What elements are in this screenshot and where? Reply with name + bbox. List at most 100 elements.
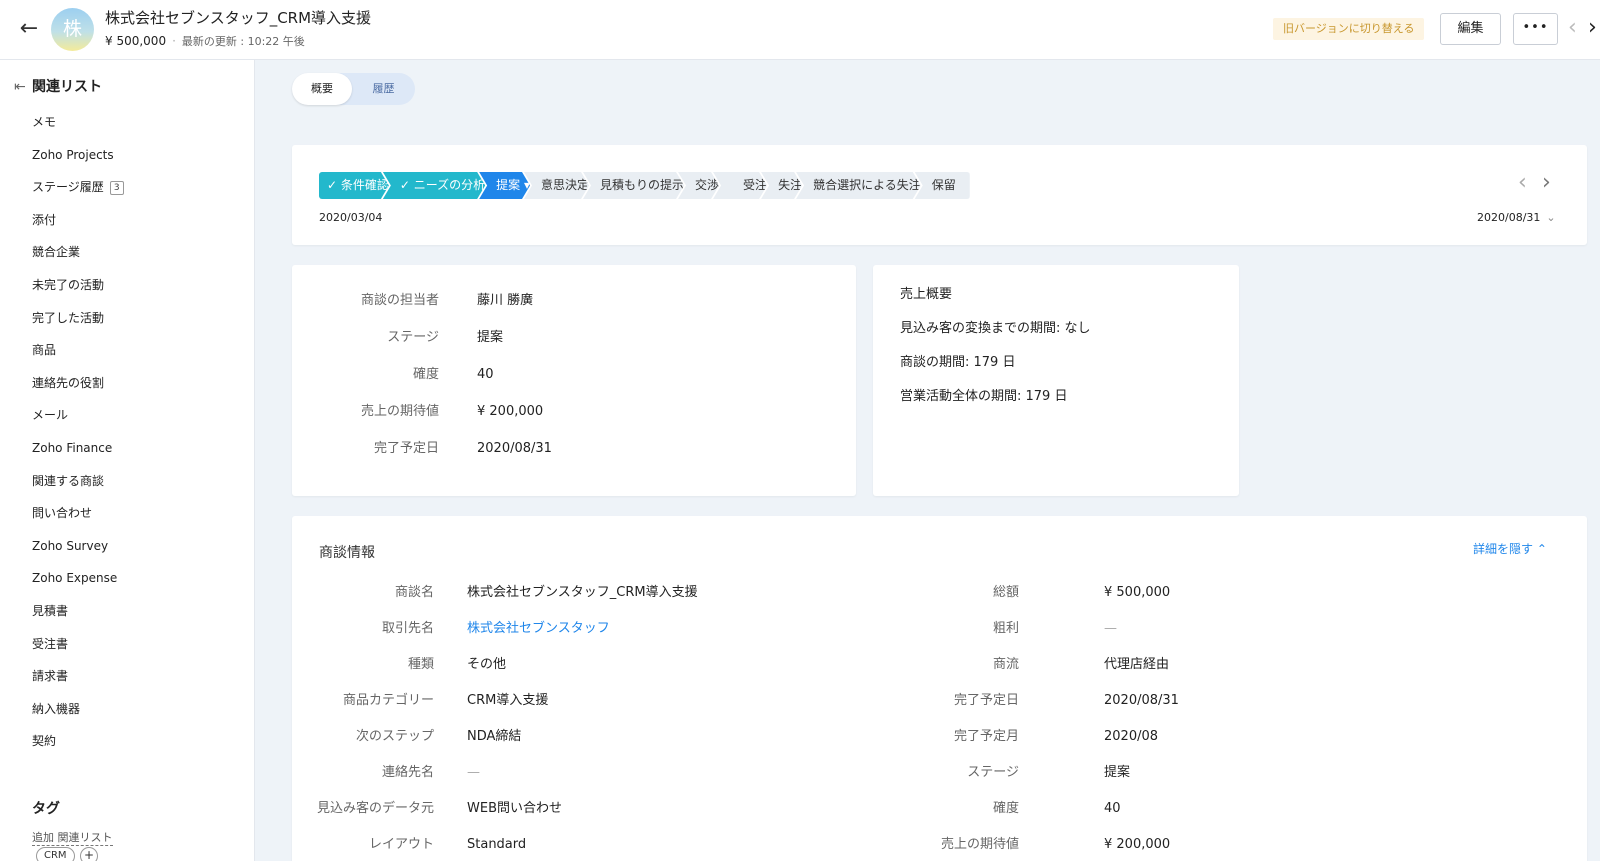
record-title: 株式会社セブンスタッフ_CRM導入支援: [105, 9, 372, 27]
edit-button[interactable]: 編集: [1440, 13, 1501, 45]
field-value[interactable]: 40: [477, 365, 494, 385]
sidebar-item-invoices[interactable]: 請求書: [32, 665, 124, 698]
sidebar-item-related-deals[interactable]: 関連する商談: [32, 470, 124, 503]
sidebar-item-memo[interactable]: メモ: [32, 111, 124, 144]
field-row: 商談名 株式会社セブンスタッフ_CRM導入支援: [292, 583, 932, 603]
field-value[interactable]: ¥ 500,000: [1104, 583, 1170, 603]
hide-details-link[interactable]: 詳細を隠す ⌃: [1473, 540, 1547, 557]
field-value[interactable]: WEB問い合わせ: [467, 799, 562, 819]
stage-requirement-check[interactable]: ✓ 条件確認: [319, 172, 389, 199]
next-record-icon[interactable]: ›: [1588, 16, 1597, 40]
related-list-title: 関連リスト: [32, 79, 102, 95]
field-row: 連絡先名 —: [292, 763, 932, 783]
related-list-sidebar: ⇤ 関連リスト メモ Zoho Projects ステージ履歴 3 添付 競合企業 …: [0, 60, 255, 861]
sidebar-item-zoho-finance[interactable]: Zoho Finance: [32, 437, 124, 470]
field-value[interactable]: 藤川 勝廣: [477, 291, 533, 311]
field-label: 取引先名: [381, 621, 434, 636]
stage-needs-analysis[interactable]: ✓ ニーズの分析: [383, 172, 485, 199]
stage-lost[interactable]: 失注: [761, 172, 802, 199]
field-value[interactable]: 2020/08/31: [477, 439, 552, 459]
field-value[interactable]: 2020/08/31: [1104, 691, 1179, 711]
field-row: 完了予定月 2020/08: [932, 727, 1587, 747]
field-value[interactable]: 2020/08: [1104, 727, 1158, 747]
add-tag-icon[interactable]: +: [80, 847, 98, 861]
field-row: 確度 40: [292, 365, 856, 385]
sidebar-item-contracts[interactable]: 契約: [32, 730, 124, 763]
field-row: 総額 ¥ 500,000: [932, 583, 1587, 603]
field-row: 次のステップ NDA締結: [292, 727, 932, 747]
switch-old-version-button[interactable]: 旧バージョンに切り替える: [1273, 18, 1425, 40]
field-value[interactable]: —: [1104, 619, 1117, 639]
field-value[interactable]: 代理店経由: [1104, 655, 1169, 675]
sidebar-item-stage-history[interactable]: ステージ履歴 3: [32, 176, 124, 209]
collapse-sidebar-icon[interactable]: ⇤: [14, 79, 32, 95]
chevron-left-icon[interactable]: ‹: [1518, 171, 1527, 195]
field-row: 確度 40: [932, 799, 1587, 819]
sidebar-item-emails[interactable]: メール: [32, 404, 124, 437]
account-name-link[interactable]: 株式会社セブンスタッフ: [467, 619, 610, 639]
field-value[interactable]: CRM導入支援: [467, 691, 548, 711]
field-value[interactable]: 40: [1104, 799, 1121, 819]
stage-quote[interactable]: 見積もりの提示: [583, 172, 684, 199]
field-value[interactable]: その他: [467, 655, 506, 675]
field-value[interactable]: ¥ 200,000: [1104, 835, 1170, 855]
field-label: 確度: [992, 801, 1019, 816]
field-label: 商談の担当者: [360, 293, 439, 308]
field-value[interactable]: 提案: [1104, 763, 1130, 783]
stage-on-hold[interactable]: 保留: [914, 172, 970, 199]
field-row: 商品カテゴリー CRM導入支援: [292, 691, 932, 711]
field-label: 完了予定日: [373, 441, 439, 456]
tab-overview[interactable]: 概要: [292, 73, 352, 105]
field-value[interactable]: 株式会社セブンスタッフ_CRM導入支援: [467, 583, 698, 603]
back-arrow-icon[interactable]: ←: [14, 14, 44, 44]
key-fields-card: 商談の担当者 藤川 勝廣 ステージ 提案 確度 40 売上の期待値 ¥ 200,…: [292, 265, 856, 496]
stage-pipeline: ✓ 条件確認 ✓ ニーズの分析 提案 ▾ 意思決定 見積もりの提示 交渉 受注 …: [319, 172, 970, 199]
field-row: 売上の期待値 ¥ 200,000: [292, 402, 856, 422]
stage-decision[interactable]: 意思決定: [524, 172, 589, 199]
sidebar-item-cases[interactable]: 問い合わせ: [32, 502, 124, 535]
related-list-items: メモ Zoho Projects ステージ履歴 3 添付 競合企業 未完了の活動 …: [32, 111, 124, 763]
stage-progress-card: ✓ 条件確認 ✓ ニーズの分析 提案 ▾ 意思決定 見積もりの提示 交渉 受注 …: [292, 145, 1587, 245]
field-row: 商流 代理店経由: [932, 655, 1587, 675]
previous-record-icon[interactable]: ‹: [1568, 16, 1577, 40]
field-label: 商談名: [394, 585, 434, 600]
sidebar-item-competitors[interactable]: 競合企業: [32, 241, 124, 274]
field-row: 種類 その他: [292, 655, 932, 675]
field-value[interactable]: NDA締結: [467, 727, 521, 747]
stage-proposal[interactable]: 提案 ▾: [479, 172, 530, 199]
sidebar-item-products[interactable]: 商品: [32, 339, 124, 372]
stage-lost-to-competitor[interactable]: 競合選択による失注: [796, 172, 921, 199]
field-label: 商流: [992, 657, 1019, 672]
field-row: 完了予定日 2020/08/31: [292, 439, 856, 459]
sidebar-item-attachments[interactable]: 添付: [32, 209, 124, 242]
tab-history[interactable]: 履歴: [352, 73, 415, 105]
chevron-right-icon[interactable]: ›: [1542, 171, 1551, 195]
field-value[interactable]: ¥ 200,000: [477, 402, 543, 422]
stage-won[interactable]: 受注: [713, 172, 767, 199]
field-value[interactable]: —: [467, 763, 480, 783]
field-label: 売上の期待値: [940, 837, 1019, 852]
tag-chip[interactable]: CRM: [36, 847, 75, 861]
stage-end-date[interactable]: 2020/08/31 ⌄: [1477, 211, 1556, 224]
field-label: 確度: [412, 367, 439, 382]
sidebar-item-zoho-projects[interactable]: Zoho Projects: [32, 144, 124, 177]
field-label: 売上の期待値: [360, 404, 439, 419]
avatar: 株: [51, 8, 94, 51]
field-value[interactable]: Standard: [467, 835, 526, 855]
sidebar-item-sales-orders[interactable]: 受注書: [32, 633, 124, 666]
separator-dot: ·: [172, 34, 176, 48]
stage-negotiation[interactable]: 交渉: [678, 172, 719, 199]
more-options-button[interactable]: •••: [1513, 13, 1558, 45]
sidebar-item-contact-roles[interactable]: 連絡先の役割: [32, 372, 124, 405]
field-label: 粗利: [992, 621, 1019, 636]
sidebar-item-closed-activities[interactable]: 完了した活動: [32, 307, 124, 340]
add-related-list-link[interactable]: 追加 関連リスト: [32, 829, 113, 846]
sidebar-item-zoho-survey[interactable]: Zoho Survey: [32, 535, 124, 568]
sidebar-item-zoho-expense[interactable]: Zoho Expense: [32, 567, 124, 600]
sidebar-item-installed-equipment[interactable]: 納入機器: [32, 698, 124, 731]
field-value[interactable]: 提案: [477, 328, 503, 348]
field-label: 完了予定日: [953, 693, 1019, 708]
field-label: ステージ: [387, 330, 439, 345]
sidebar-item-open-activities[interactable]: 未完了の活動: [32, 274, 124, 307]
sidebar-item-quotes[interactable]: 見積書: [32, 600, 124, 633]
